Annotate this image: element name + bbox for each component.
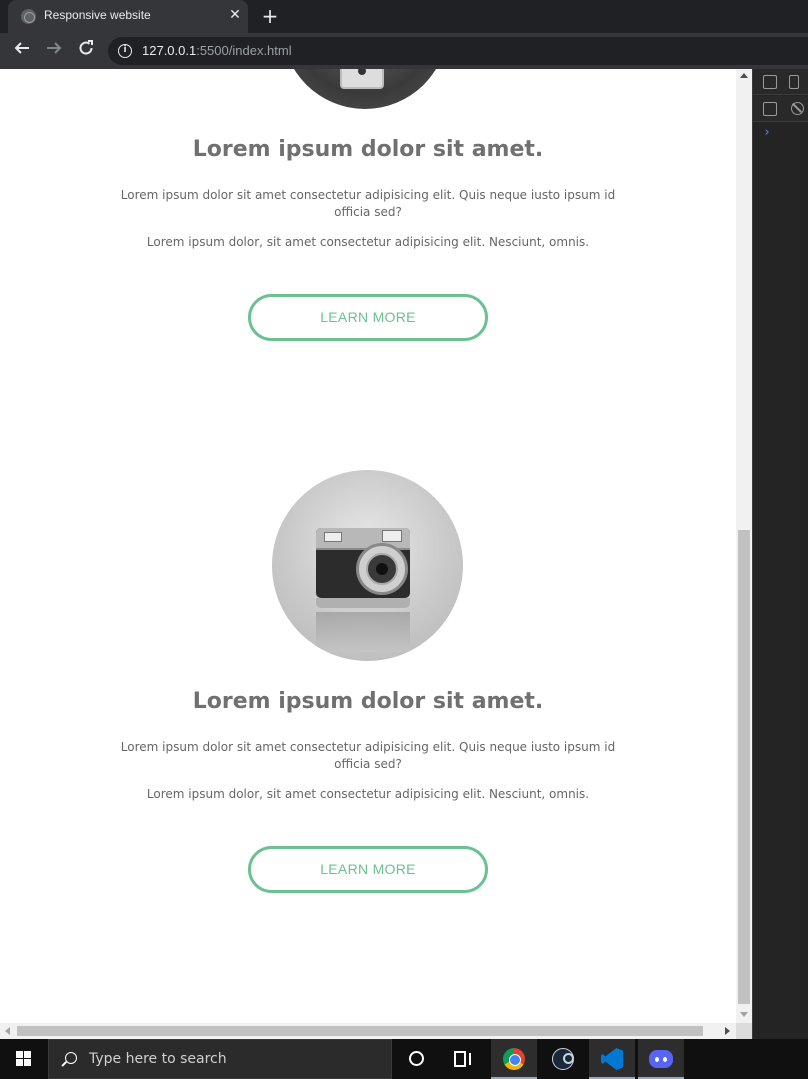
devtools-toolbar bbox=[753, 69, 808, 95]
scroll-left-arrow-icon[interactable] bbox=[5, 1027, 10, 1035]
browser-toolbar: i 127.0.0.1:5500/index.html bbox=[0, 33, 808, 69]
camera-base bbox=[316, 598, 410, 608]
camera-viewfinder bbox=[382, 530, 402, 542]
vertical-scroll-thumb[interactable] bbox=[738, 530, 750, 1004]
clear-console-icon[interactable] bbox=[791, 102, 804, 115]
taskbar-vscode[interactable] bbox=[589, 1039, 635, 1079]
scrollbar-corner bbox=[736, 1023, 752, 1039]
page-viewport: Lorem ipsum dolor sit amet. Lorem ipsum … bbox=[0, 69, 752, 1039]
taskbar-steam[interactable] bbox=[540, 1039, 586, 1079]
device-toggle-icon[interactable] bbox=[789, 75, 799, 89]
tab-title: Responsive website bbox=[44, 8, 151, 22]
scroll-up-arrow-icon[interactable] bbox=[740, 73, 748, 78]
forward-button[interactable] bbox=[42, 39, 66, 63]
console-sidebar-icon[interactable] bbox=[763, 102, 777, 116]
taskbar-search[interactable]: Type here to search bbox=[48, 1039, 392, 1079]
section-title: Lorem ipsum dolor sit amet. bbox=[192, 137, 544, 162]
section-text-secondary: Lorem ipsum dolor, sit amet consectetur … bbox=[146, 787, 590, 801]
chrome-icon bbox=[503, 1048, 525, 1070]
scroll-down-arrow-icon[interactable] bbox=[740, 1012, 748, 1017]
taskbar: Type here to search bbox=[0, 1039, 808, 1079]
reload-button[interactable] bbox=[74, 39, 98, 63]
browser-tab[interactable]: Responsive website ✕ bbox=[8, 0, 248, 33]
devtools-panel: › bbox=[752, 69, 808, 1039]
tab-strip: Responsive website ✕ + bbox=[0, 0, 808, 33]
page-content: Lorem ipsum dolor sit amet. Lorem ipsum … bbox=[0, 69, 736, 1023]
phone-photo bbox=[282, 69, 448, 109]
horizontal-scrollbar[interactable] bbox=[0, 1023, 736, 1039]
vertical-scrollbar[interactable] bbox=[736, 69, 752, 1023]
learn-more-button[interactable]: LEARN MORE bbox=[248, 846, 488, 893]
search-icon bbox=[65, 1052, 77, 1064]
steam-icon bbox=[552, 1048, 574, 1070]
globe-icon bbox=[21, 9, 36, 24]
back-button[interactable] bbox=[10, 39, 34, 63]
taskbar-discord[interactable] bbox=[638, 1039, 684, 1079]
section-text: Lorem ipsum dolor sit amet consectetur a… bbox=[120, 188, 616, 219]
task-view-button[interactable] bbox=[440, 1039, 486, 1079]
console-toolbar bbox=[753, 96, 808, 122]
address-bar[interactable]: i 127.0.0.1:5500/index.html bbox=[108, 37, 808, 65]
camera-lens-center bbox=[376, 563, 388, 575]
horizontal-scroll-thumb[interactable] bbox=[17, 1026, 703, 1036]
task-view-icon bbox=[454, 1051, 472, 1067]
scroll-right-arrow-icon[interactable] bbox=[725, 1027, 730, 1035]
arrow-left-icon bbox=[14, 42, 29, 54]
reload-icon bbox=[79, 40, 93, 55]
cortana-button[interactable] bbox=[393, 1039, 439, 1079]
search-placeholder: Type here to search bbox=[89, 1051, 227, 1067]
vscode-icon bbox=[601, 1048, 623, 1070]
phone-image bbox=[340, 69, 384, 89]
close-tab-icon[interactable]: ✕ bbox=[226, 6, 244, 24]
section-text: Lorem ipsum dolor sit amet consectetur a… bbox=[120, 740, 616, 771]
start-button[interactable] bbox=[0, 1039, 48, 1079]
discord-icon bbox=[649, 1050, 673, 1068]
section-title: Lorem ipsum dolor sit amet. bbox=[192, 689, 544, 714]
taskbar-chrome[interactable] bbox=[491, 1039, 537, 1079]
site-info-icon[interactable]: i bbox=[118, 44, 132, 58]
section-text-secondary: Lorem ipsum dolor, sit amet consectetur … bbox=[146, 235, 590, 249]
arrow-right-icon bbox=[47, 42, 62, 54]
camera-window bbox=[324, 532, 342, 542]
cortana-icon bbox=[409, 1051, 424, 1066]
new-tab-button[interactable]: + bbox=[258, 4, 282, 28]
inspect-element-icon[interactable] bbox=[763, 75, 777, 89]
camera-photo bbox=[272, 470, 463, 661]
camera-reflection bbox=[316, 612, 410, 652]
url-text: 127.0.0.1:5500/index.html bbox=[142, 43, 292, 58]
learn-more-button[interactable]: LEARN MORE bbox=[248, 294, 488, 341]
console-prompt-icon[interactable]: › bbox=[763, 125, 771, 140]
windows-icon bbox=[16, 1051, 32, 1067]
